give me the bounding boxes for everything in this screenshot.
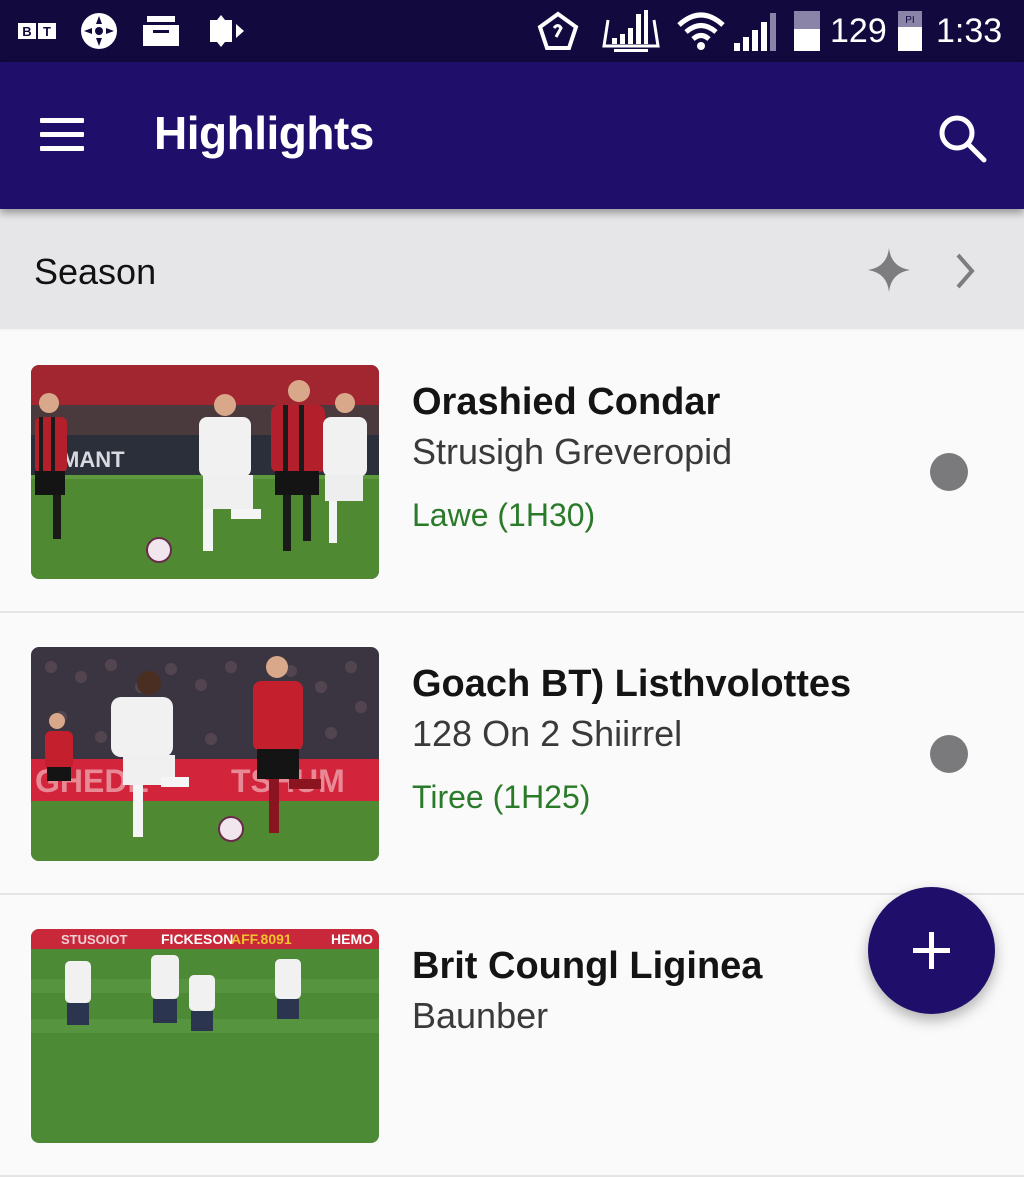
item-subtitle: Baunber	[412, 995, 549, 1036]
svg-text:T: T	[43, 24, 51, 39]
banner-text: STUSOIOT	[61, 932, 128, 947]
item-status-dot[interactable]	[930, 735, 968, 773]
bt-sport-icon: BT	[18, 12, 58, 50]
highlights-list: MANT Orashied Condar Strusigh Greveropid…	[0, 331, 1024, 1177]
battery-icon	[794, 11, 820, 51]
sparkle-icon[interactable]	[866, 247, 912, 293]
page-title: Highlights	[154, 107, 374, 159]
signal-icon	[734, 12, 778, 51]
item-title: Orashied Condar	[412, 381, 721, 423]
item-title: Brit Coungl Liginea	[412, 945, 763, 987]
chart-notification-icon	[602, 10, 660, 52]
search-icon[interactable]	[936, 112, 990, 166]
item-title: Goach BT) Listhvolottes	[412, 663, 852, 705]
hamburger-menu-icon[interactable]	[40, 118, 86, 154]
clock-time: 1:33	[936, 12, 1003, 50]
banner-text: HEMO	[331, 931, 373, 947]
list-item[interactable]: MANT Orashied Condar Strusigh Greveropid…	[0, 331, 1024, 613]
wifi-icon	[677, 12, 725, 50]
battery-pi-icon: PI	[898, 11, 922, 51]
item-status-dot[interactable]	[930, 453, 968, 491]
svg-text:MANT: MANT	[61, 447, 125, 472]
item-meta: Tiree (1H25)	[412, 779, 591, 815]
banner-text: FICKESON	[161, 931, 233, 947]
football-icon	[79, 12, 119, 50]
season-filter-bar[interactable]: Season	[0, 209, 1024, 331]
banner-text: AFF.8091	[231, 931, 292, 947]
tray-icon	[143, 12, 179, 50]
highlight-thumbnail[interactable]: MANT	[31, 365, 379, 579]
svg-text:B: B	[22, 24, 31, 39]
pentagon-notification-icon	[536, 11, 580, 50]
cast-icon	[208, 12, 246, 50]
add-button[interactable]	[868, 887, 995, 1014]
svg-text:PI: PI	[905, 15, 914, 26]
app-bar: Highlights	[0, 62, 1024, 209]
list-item[interactable]: GHEDE TSHUM Goach BT) Listhvolottes 128 …	[0, 613, 1024, 895]
item-subtitle: Strusigh Greveropid	[412, 431, 733, 472]
item-subtitle: 128 On 2 Shiirrel	[412, 713, 683, 754]
battery-value: 129	[830, 12, 887, 50]
highlight-thumbnail[interactable]: STUSOIOT FICKESON AFF.8091 HEMO	[31, 929, 379, 1143]
season-label: Season	[34, 251, 157, 292]
status-bar: BT 129 PI 1:33	[0, 0, 1024, 62]
chevron-right-icon[interactable]	[950, 251, 980, 291]
plus-icon-bar	[913, 948, 950, 953]
highlight-thumbnail[interactable]: GHEDE TSHUM	[31, 647, 379, 861]
item-meta: Lawe (1H30)	[412, 497, 596, 533]
